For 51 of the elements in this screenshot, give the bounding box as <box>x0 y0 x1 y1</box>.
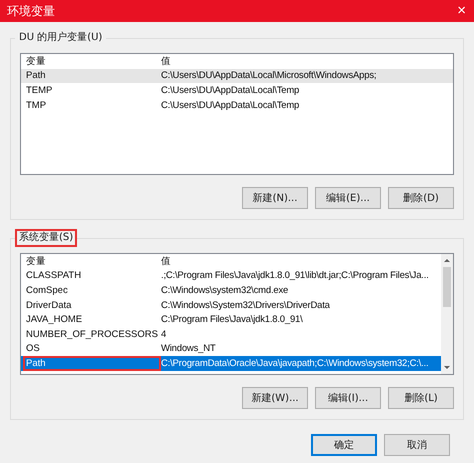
column-header[interactable]: 值 <box>161 54 171 68</box>
table-cell: C:\Users\DU\AppData\Local\Temp <box>161 100 300 111</box>
table-cell: C:\Program Files\Java\jdk1.8.0_91\ <box>161 314 303 326</box>
scroll-up-icon[interactable] <box>444 259 450 262</box>
dialog-button[interactable]: 取消 <box>384 434 450 456</box>
table-cell: C:\Windows\system32\cmd.exe <box>161 284 288 296</box>
list-row[interactable]: TMP C:\Users\DU\AppData\Local\Temp <box>21 98 453 112</box>
column-header[interactable]: 变量 <box>23 254 161 269</box>
table-cell: CLASSPATH <box>23 268 161 284</box>
list-row[interactable]: ComSpec C:\Windows\system32\cmd.exe <box>21 283 441 298</box>
close-button[interactable]: × <box>449 1 474 21</box>
table-cell: C:\Windows\System32\Drivers\DriverData <box>161 300 330 311</box>
column-header[interactable]: 值 <box>161 254 171 268</box>
table-cell: C:\Users\DU\AppData\Local\Temp <box>161 84 300 96</box>
window-title: 环境变量 <box>7 2 55 20</box>
list-row[interactable]: NUMBER_OF_PROCESSORS 4 <box>21 326 441 342</box>
table-cell: NUMBER_OF_PROCESSORS <box>23 326 161 342</box>
table-cell: DriverData <box>23 298 161 312</box>
table-cell: C:\Users\DU\AppData\Local\Microsoft\WindowsApps; <box>161 70 376 82</box>
group-label: 系统变量(S) <box>15 229 78 247</box>
list-row[interactable]: JAVA_HOME C:\Program Files\Java\jdk1.8.0_91\ <box>21 312 441 327</box>
table-cell: ComSpec <box>23 283 161 298</box>
list-row[interactable]: OS Windows_NT <box>21 342 441 356</box>
dialog-button[interactable]: 新建(W)... <box>242 387 308 409</box>
dialog-button[interactable]: 编辑(E)... <box>315 187 381 209</box>
dialog-button[interactable]: 删除(L) <box>388 387 454 409</box>
table-cell: Path <box>23 68 161 84</box>
table-cell: TMP <box>23 98 161 112</box>
scroll-thumb[interactable] <box>443 267 451 307</box>
variable-list[interactable] <box>20 253 454 375</box>
scroll-down-icon[interactable] <box>444 366 450 369</box>
list-row[interactable]: TEMP C:\Users\DU\AppData\Local\Temp <box>21 83 453 98</box>
table-cell: C:\ProgramData\Oracle\Java\javapath;C:\Windows\system32;C:\... <box>161 358 428 369</box>
column-header[interactable]: 变量 <box>23 54 161 69</box>
table-cell: Path <box>23 356 161 371</box>
scrollbar[interactable] <box>441 254 453 374</box>
dialog-button[interactable]: 确定 <box>311 434 377 456</box>
table-cell: Windows_NT <box>161 343 216 354</box>
list-row[interactable]: CLASSPATH .;C:\Program Files\Java\jdk1.8.0_91\lib\dt.jar;C:\Program Files\Ja... <box>21 268 441 284</box>
table-cell: JAVA_HOME <box>23 312 161 327</box>
dialog-button[interactable]: 新建(N)... <box>242 187 308 209</box>
table-cell: .;C:\Program Files\Java\jdk1.8.0_91\lib\dt.jar;C:\Program Files\Ja... <box>161 270 429 282</box>
dialog-button[interactable]: 删除(D) <box>388 187 454 209</box>
table-cell: TEMP <box>23 83 161 98</box>
variable-list[interactable]: 变量 值 Path C:\Users\DU\AppData\Local\Microsoft\WindowsApps; TEMP C:\Users\DU\AppData\Local\Temp TMP C:\Users\DU\AppData\Local\Temp <box>20 53 454 175</box>
table-cell: OS <box>23 342 161 356</box>
table-cell: 4 <box>161 328 166 340</box>
list-row[interactable]: Path C:\Users\DU\AppData\Local\Microsoft\WindowsApps; <box>21 68 453 84</box>
dialog-button[interactable]: 编辑(I)... <box>315 387 381 409</box>
list-row[interactable]: Path C:\ProgramData\Oracle\Java\javapath;C:\Windows\system32;C:\... <box>21 356 441 371</box>
list-row[interactable]: DriverData C:\Windows\System32\Drivers\DriverData <box>21 298 441 312</box>
